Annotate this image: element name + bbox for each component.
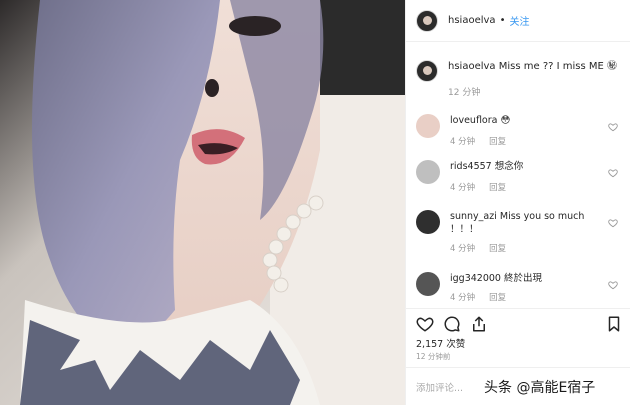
comment-time: 4 分钟 (450, 183, 476, 193)
author-username[interactable]: hsiaoelva (448, 15, 496, 26)
commenter-avatar[interactable] (416, 210, 440, 234)
post-header: hsiaoelva • 关注 (406, 0, 630, 42)
comment-text-line: sunny_azi Miss you so much ！！！ (450, 210, 600, 236)
add-comment-input[interactable]: 添加评论... (416, 380, 463, 394)
comment-text: 終於出現 (504, 273, 543, 284)
post-caption: hsiaoelva Miss me ?? I miss ME ㊙ 12 分钟 (416, 60, 621, 98)
comment-user[interactable]: igg342000 (450, 273, 501, 284)
comment-like-icon[interactable] (608, 122, 618, 132)
comment-time: 4 分钟 (450, 244, 476, 254)
comment-item: sunny_azi Miss you so much ！！！ 4 分钟 回复 (416, 210, 626, 254)
reply-button[interactable]: 回复 (489, 135, 506, 147)
post-timestamp: 12 分钟前 (416, 352, 451, 361)
caption-author[interactable]: hsiaoelva (448, 61, 496, 72)
caption-avatar[interactable] (416, 60, 438, 82)
comment-text-line: loveuflora 😳 (450, 114, 610, 127)
caption-emoji: ㊙ (607, 61, 618, 72)
comment-bubble-icon[interactable] (443, 315, 461, 333)
like-count[interactable]: 2,157 次赞 (416, 336, 465, 350)
reply-button[interactable]: 回复 (489, 181, 506, 193)
reply-button[interactable]: 回复 (489, 291, 506, 303)
caption-text: Miss me ?? I miss ME (498, 61, 604, 72)
comment-text: 😳 (500, 115, 511, 126)
comment-text-line: igg342000 終於出現 (450, 272, 610, 285)
caption-text-line: hsiaoelva Miss me ?? I miss ME ㊙ (448, 60, 617, 73)
comment-item: loveuflora 😳 4 分钟 回复 (416, 114, 626, 147)
post-photo (0, 0, 405, 405)
reply-button[interactable]: 回复 (489, 242, 506, 254)
comment-like-icon[interactable] (608, 218, 618, 228)
comment-meta: 4 分钟 回复 (450, 181, 610, 193)
comment-time: 4 分钟 (450, 293, 476, 303)
post-panel: hsiaoelva • 关注 hsiaoelva Miss me ?? I mi… (405, 0, 630, 405)
comment-time: 4 分钟 (450, 137, 476, 147)
comment-text: 想念你 (494, 161, 524, 172)
comment-like-icon[interactable] (608, 168, 618, 178)
share-upload-icon[interactable] (470, 315, 488, 333)
follow-button[interactable]: 关注 (509, 13, 529, 28)
comment-user[interactable]: sunny_azi (450, 211, 497, 222)
comment-text-line: rids4557 想念你 (450, 160, 610, 173)
comment-meta: 4 分钟 回复 (450, 242, 610, 254)
comment-composer: 添加评论... 头条 @高能E宿子 (406, 367, 630, 405)
comment-item: rids4557 想念你 4 分钟 回复 (416, 160, 626, 193)
header-separator: • (499, 15, 506, 26)
bookmark-icon[interactable] (605, 315, 623, 333)
comment-like-icon[interactable] (608, 280, 618, 290)
comment-user[interactable]: loveuflora (450, 115, 497, 126)
action-bar (406, 308, 630, 332)
watermark-text: 头条 @高能E宿子 (484, 380, 596, 396)
commenter-avatar[interactable] (416, 272, 440, 296)
commenter-avatar[interactable] (416, 160, 440, 184)
caption-time: 12 分钟 (448, 88, 481, 98)
author-avatar[interactable] (416, 9, 438, 32)
comment-item: igg342000 終於出現 4 分钟 回复 (416, 272, 626, 303)
comment-meta: 4 分钟 回复 (450, 291, 610, 303)
comment-user[interactable]: rids4557 (450, 161, 492, 172)
heart-outline-icon[interactable] (416, 315, 434, 333)
commenter-avatar[interactable] (416, 114, 440, 138)
comment-meta: 4 分钟 回复 (450, 135, 610, 147)
